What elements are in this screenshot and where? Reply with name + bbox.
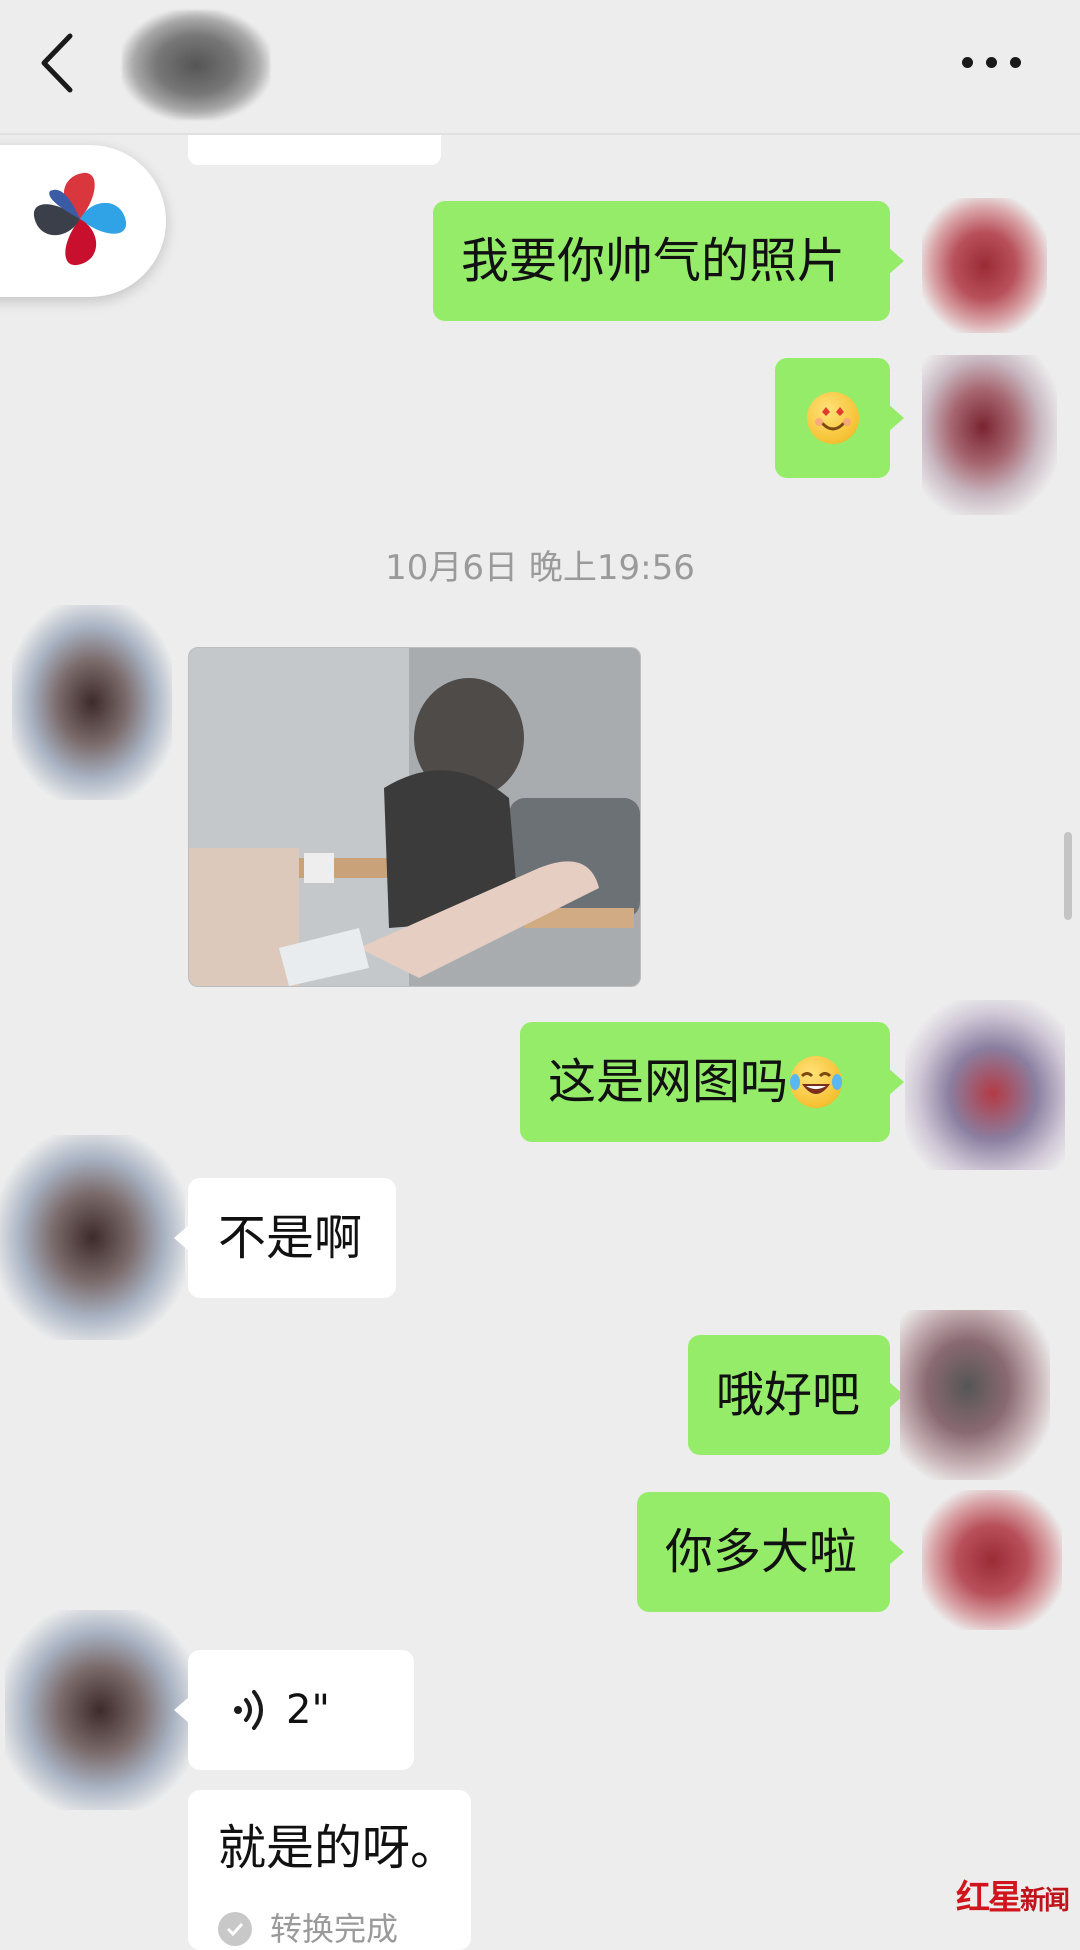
- contact-name-redacted: [122, 10, 270, 120]
- voice-duration: 2": [286, 1687, 330, 1733]
- scrollbar[interactable]: [1064, 832, 1072, 920]
- floating-app-widget[interactable]: [0, 145, 166, 297]
- transcript-text: 就是的呀。: [218, 1820, 459, 1876]
- message-text: 我要你帅气的照片: [461, 233, 846, 289]
- tears-of-joy-emoji: [790, 1056, 843, 1108]
- contact-avatar[interactable]: [0, 1135, 185, 1340]
- pinwheel-logo-icon: [33, 172, 127, 266]
- received-message[interactable]: 不是啊: [174, 1178, 396, 1298]
- sent-message[interactable]: 这是网图吗: [520, 1022, 904, 1142]
- received-bubble-cut: [188, 133, 441, 165]
- heart-eyes-smile-emoji: [806, 392, 859, 444]
- voice-message[interactable]: 2": [174, 1650, 414, 1770]
- contact-avatar[interactable]: [12, 605, 172, 800]
- my-avatar[interactable]: [900, 1310, 1050, 1480]
- more-horizontal-icon[interactable]: [962, 52, 1022, 72]
- sent-message[interactable]: 你多大啦: [637, 1492, 904, 1612]
- my-avatar[interactable]: [922, 355, 1057, 515]
- transcript-status: 转换完成: [270, 1910, 399, 1948]
- my-avatar[interactable]: [905, 1000, 1065, 1170]
- sent-emoji-message[interactable]: [775, 358, 904, 478]
- sent-message[interactable]: 我要你帅气的照片: [433, 201, 904, 321]
- message-text: 你多大啦: [665, 1524, 858, 1580]
- contact-avatar[interactable]: [5, 1610, 195, 1810]
- chat-header: [0, 0, 1080, 135]
- chevron-left-icon[interactable]: [38, 28, 78, 98]
- check-icon: [218, 1912, 252, 1946]
- transcript-status-row: 转换完成: [218, 1912, 398, 1946]
- message-text: 哦好吧: [716, 1367, 861, 1423]
- sent-message[interactable]: 哦好吧: [688, 1335, 904, 1455]
- my-avatar[interactable]: [922, 198, 1047, 333]
- message-text: 不是啊: [218, 1210, 363, 1266]
- message-text: 这是网图吗: [548, 1054, 789, 1110]
- watermark-part-2: 新闻: [1019, 1886, 1070, 1916]
- voice-transcript-bubble[interactable]: 就是的呀。 转换完成: [188, 1790, 471, 1950]
- photo-message[interactable]: [188, 647, 641, 987]
- voice-wave-icon: [234, 1690, 263, 1730]
- my-avatar[interactable]: [922, 1490, 1062, 1630]
- chat-timestamp: 10月6日 晚上19:56: [385, 548, 695, 588]
- watermark-part-1: 红星: [955, 1878, 1022, 1918]
- news-watermark-logo: 红星新闻: [955, 1870, 1070, 1919]
